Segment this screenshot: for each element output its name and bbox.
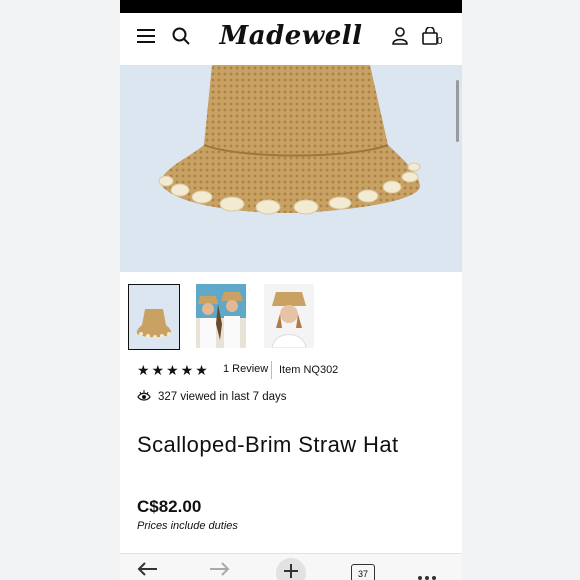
product-image-main[interactable] — [120, 65, 462, 272]
eye-icon — [137, 389, 151, 406]
item-number: Item NQ302 — [279, 364, 339, 376]
reviews-link[interactable]: 1 Review — [223, 363, 268, 375]
mobile-page: Madewell 0 ★★★★★ 1 Review Item NQ302 327… — [120, 0, 462, 580]
cart-count: 0 — [437, 36, 443, 47]
divider — [271, 361, 272, 379]
duties-note: Prices include duties — [137, 520, 238, 532]
account-icon[interactable] — [392, 27, 408, 50]
site-header: Madewell 0 — [120, 13, 462, 65]
back-arrow-icon[interactable] — [137, 562, 159, 580]
tabs-icon[interactable]: 37 — [351, 564, 375, 580]
shopping-bag-icon[interactable] — [422, 26, 438, 50]
status-bar — [120, 0, 462, 13]
madewell-logo[interactable]: Madewell — [120, 21, 462, 51]
product-title: Scalloped-Brim Straw Hat — [137, 432, 399, 457]
views-count: 327 viewed in last 7 days — [158, 391, 287, 403]
thumbnail-two-models[interactable] — [196, 284, 246, 348]
browser-toolbar: 37 — [120, 553, 462, 580]
tab-count: 37 — [357, 569, 368, 579]
straw-hat-image — [158, 65, 421, 215]
new-tab-plus-icon[interactable] — [275, 557, 307, 580]
star-rating[interactable]: ★★★★★ — [137, 362, 210, 379]
more-icon[interactable] — [417, 568, 437, 580]
thumbnail-product[interactable] — [128, 284, 180, 350]
rating-row: ★★★★★ 1 Review Item NQ302 — [137, 360, 457, 380]
product-price: C$82.00 — [137, 497, 202, 516]
scrollbar[interactable] — [456, 80, 459, 142]
forward-arrow-icon[interactable] — [208, 562, 230, 580]
thumbnail-model[interactable] — [264, 284, 314, 348]
